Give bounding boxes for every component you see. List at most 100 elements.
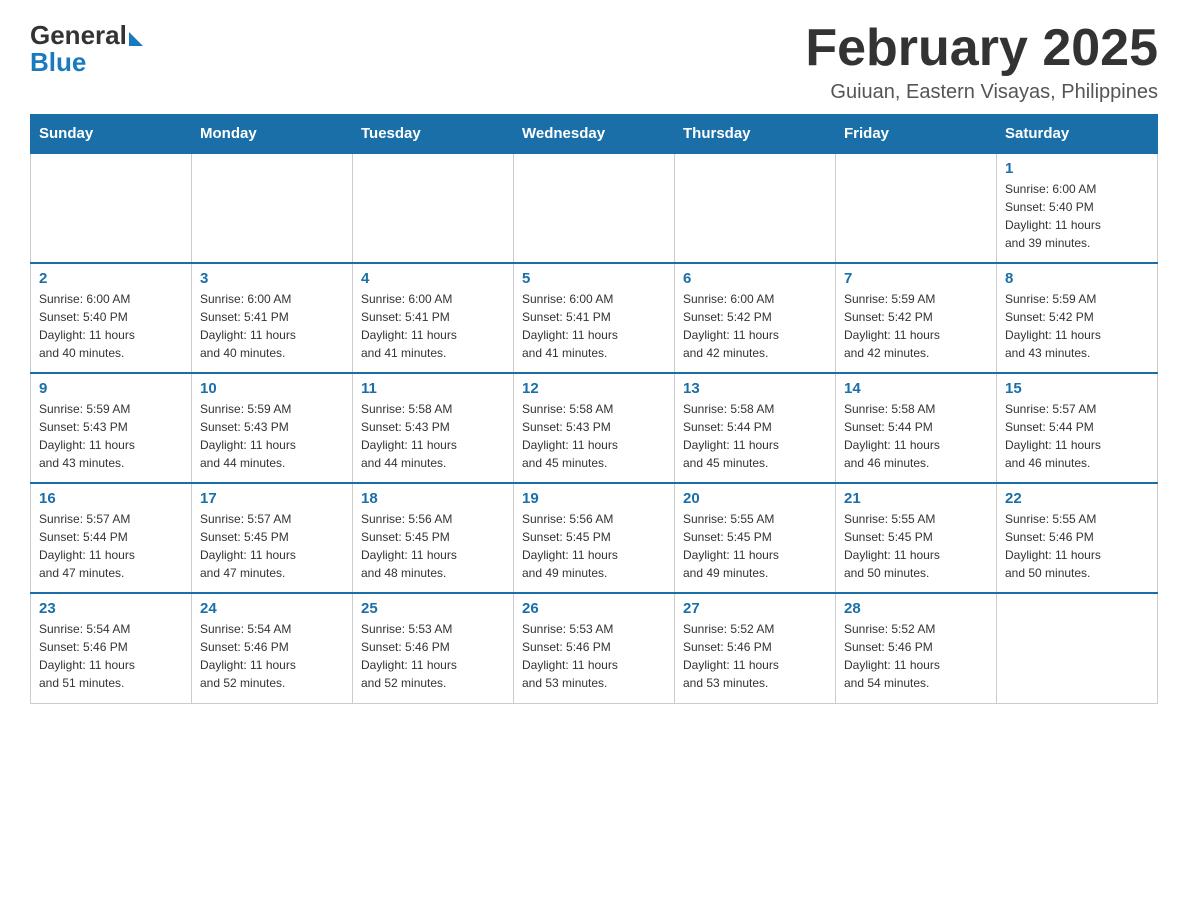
weekday-header-thursday: Thursday [675, 115, 836, 154]
day-info: Sunrise: 5:52 AM Sunset: 5:46 PM Dayligh… [844, 620, 988, 692]
day-info: Sunrise: 6:00 AM Sunset: 5:41 PM Dayligh… [522, 290, 666, 362]
calendar-cell [31, 153, 192, 263]
logo-arrow-icon [129, 32, 143, 46]
day-number: 26 [522, 600, 666, 617]
calendar-cell [514, 153, 675, 263]
day-number: 8 [1005, 270, 1149, 287]
day-number: 13 [683, 380, 827, 397]
day-number: 22 [1005, 490, 1149, 507]
location-subtitle: Guiuan, Eastern Visayas, Philippines [805, 81, 1158, 104]
calendar-cell: 25 Sunrise: 5:53 AM Sunset: 5:46 PM Dayli… [353, 593, 514, 703]
day-info: Sunrise: 5:59 AM Sunset: 5:43 PM Dayligh… [39, 400, 183, 472]
day-info: Sunrise: 6:00 AM Sunset: 5:40 PM Dayligh… [39, 290, 183, 362]
calendar-cell: 15 Sunrise: 5:57 AM Sunset: 5:44 PM Dayli… [997, 373, 1158, 483]
page-header: General Blue February 2025 Guiuan, Easte… [30, 20, 1158, 104]
weekday-header-row: SundayMondayTuesdayWednesdayThursdayFrid… [31, 115, 1158, 154]
title-section: February 2025 Guiuan, Eastern Visayas, P… [805, 20, 1158, 104]
month-title: February 2025 [805, 20, 1158, 77]
calendar-cell: 1Sunrise: 6:00 AM Sunset: 5:40 PM Daylig… [997, 153, 1158, 263]
weekday-header-saturday: Saturday [997, 115, 1158, 154]
day-info: Sunrise: 5:59 AM Sunset: 5:42 PM Dayligh… [844, 290, 988, 362]
calendar-cell: 17 Sunrise: 5:57 AM Sunset: 5:45 PM Dayli… [192, 483, 353, 593]
day-number: 11 [361, 380, 505, 397]
calendar-table: SundayMondayTuesdayWednesdayThursdayFrid… [30, 114, 1158, 704]
day-info: Sunrise: 5:53 AM Sunset: 5:46 PM Dayligh… [361, 620, 505, 692]
day-number: 28 [844, 600, 988, 617]
day-number: 16 [39, 490, 183, 507]
weekday-header-sunday: Sunday [31, 115, 192, 154]
calendar-week-row: 1Sunrise: 6:00 AM Sunset: 5:40 PM Daylig… [31, 153, 1158, 263]
day-number: 20 [683, 490, 827, 507]
day-number: 4 [361, 270, 505, 287]
day-number: 25 [361, 600, 505, 617]
calendar-week-row: 2 Sunrise: 6:00 AM Sunset: 5:40 PM Daylig… [31, 263, 1158, 373]
calendar-cell [836, 153, 997, 263]
calendar-cell: 9Sunrise: 5:59 AM Sunset: 5:43 PM Daylig… [31, 373, 192, 483]
day-number: 10 [200, 380, 344, 397]
calendar-cell: 23 Sunrise: 5:54 AM Sunset: 5:46 PM Dayli… [31, 593, 192, 703]
day-info: Sunrise: 5:57 AM Sunset: 5:44 PM Dayligh… [39, 510, 183, 582]
calendar-cell: 12 Sunrise: 5:58 AM Sunset: 5:43 PM Dayli… [514, 373, 675, 483]
day-number: 12 [522, 380, 666, 397]
day-number: 1 [1005, 160, 1149, 177]
calendar-cell: 14Sunrise: 5:58 AM Sunset: 5:44 PM Dayli… [836, 373, 997, 483]
day-number: 23 [39, 600, 183, 617]
calendar-cell [675, 153, 836, 263]
day-number: 2 [39, 270, 183, 287]
calendar-cell: 27 Sunrise: 5:52 AM Sunset: 5:46 PM Dayli… [675, 593, 836, 703]
calendar-cell: 18 Sunrise: 5:56 AM Sunset: 5:45 PM Dayli… [353, 483, 514, 593]
day-info: Sunrise: 5:54 AM Sunset: 5:46 PM Dayligh… [39, 620, 183, 692]
day-info: Sunrise: 5:57 AM Sunset: 5:45 PM Dayligh… [200, 510, 344, 582]
logo: General Blue [30, 20, 143, 78]
calendar-week-row: 16 Sunrise: 5:57 AM Sunset: 5:44 PM Dayli… [31, 483, 1158, 593]
calendar-cell: 4 Sunrise: 6:00 AM Sunset: 5:41 PM Daylig… [353, 263, 514, 373]
day-info: Sunrise: 5:54 AM Sunset: 5:46 PM Dayligh… [200, 620, 344, 692]
day-number: 3 [200, 270, 344, 287]
day-info: Sunrise: 5:59 AM Sunset: 5:43 PM Dayligh… [200, 400, 344, 472]
day-number: 6 [683, 270, 827, 287]
calendar-cell: 21 Sunrise: 5:55 AM Sunset: 5:45 PM Dayli… [836, 483, 997, 593]
day-info: Sunrise: 5:58 AM Sunset: 5:43 PM Dayligh… [361, 400, 505, 472]
day-number: 21 [844, 490, 988, 507]
day-info: Sunrise: 5:57 AM Sunset: 5:44 PM Dayligh… [1005, 400, 1149, 472]
day-number: 15 [1005, 380, 1149, 397]
day-info: Sunrise: 5:55 AM Sunset: 5:46 PM Dayligh… [1005, 510, 1149, 582]
calendar-cell: 19 Sunrise: 5:56 AM Sunset: 5:45 PM Dayli… [514, 483, 675, 593]
day-number: 18 [361, 490, 505, 507]
day-info: Sunrise: 5:52 AM Sunset: 5:46 PM Dayligh… [683, 620, 827, 692]
weekday-header-tuesday: Tuesday [353, 115, 514, 154]
day-info: Sunrise: 5:55 AM Sunset: 5:45 PM Dayligh… [844, 510, 988, 582]
day-info: Sunrise: 5:58 AM Sunset: 5:44 PM Dayligh… [683, 400, 827, 472]
calendar-cell: 16 Sunrise: 5:57 AM Sunset: 5:44 PM Dayli… [31, 483, 192, 593]
day-info: Sunrise: 5:58 AM Sunset: 5:43 PM Dayligh… [522, 400, 666, 472]
calendar-cell: 3Sunrise: 6:00 AM Sunset: 5:41 PM Daylig… [192, 263, 353, 373]
calendar-cell: 28 Sunrise: 5:52 AM Sunset: 5:46 PM Dayli… [836, 593, 997, 703]
day-info: Sunrise: 5:58 AM Sunset: 5:44 PM Dayligh… [844, 400, 988, 472]
day-info: Sunrise: 5:55 AM Sunset: 5:45 PM Dayligh… [683, 510, 827, 582]
calendar-cell: 26 Sunrise: 5:53 AM Sunset: 5:46 PM Dayli… [514, 593, 675, 703]
weekday-header-wednesday: Wednesday [514, 115, 675, 154]
calendar-cell: 8 Sunrise: 5:59 AM Sunset: 5:42 PM Daylig… [997, 263, 1158, 373]
weekday-header-friday: Friday [836, 115, 997, 154]
day-number: 19 [522, 490, 666, 507]
weekday-header-monday: Monday [192, 115, 353, 154]
calendar-cell: 7Sunrise: 5:59 AM Sunset: 5:42 PM Daylig… [836, 263, 997, 373]
calendar-header: SundayMondayTuesdayWednesdayThursdayFrid… [31, 115, 1158, 154]
calendar-cell: 5 Sunrise: 6:00 AM Sunset: 5:41 PM Daylig… [514, 263, 675, 373]
calendar-cell [997, 593, 1158, 703]
day-info: Sunrise: 6:00 AM Sunset: 5:42 PM Dayligh… [683, 290, 827, 362]
day-number: 27 [683, 600, 827, 617]
day-info: Sunrise: 6:00 AM Sunset: 5:41 PM Dayligh… [361, 290, 505, 362]
calendar-week-row: 23 Sunrise: 5:54 AM Sunset: 5:46 PM Dayli… [31, 593, 1158, 703]
calendar-body: 1 Sunrise: 6:00 AM Sunset: 5:40 PM Daylig… [31, 153, 1158, 703]
calendar-cell: 22 Sunrise: 5:55 AM Sunset: 5:46 PM Dayli… [997, 483, 1158, 593]
calendar-cell [192, 153, 353, 263]
day-number: 24 [200, 600, 344, 617]
day-info: Sunrise: 5:59 AM Sunset: 5:42 PM Dayligh… [1005, 290, 1149, 362]
day-number: 17 [200, 490, 344, 507]
day-info: Sunrise: 5:53 AM Sunset: 5:46 PM Dayligh… [522, 620, 666, 692]
day-info: Sunrise: 5:56 AM Sunset: 5:45 PM Dayligh… [522, 510, 666, 582]
day-info: Sunrise: 5:56 AM Sunset: 5:45 PM Dayligh… [361, 510, 505, 582]
calendar-cell: 2 Sunrise: 6:00 AM Sunset: 5:40 PM Daylig… [31, 263, 192, 373]
day-number: 5 [522, 270, 666, 287]
